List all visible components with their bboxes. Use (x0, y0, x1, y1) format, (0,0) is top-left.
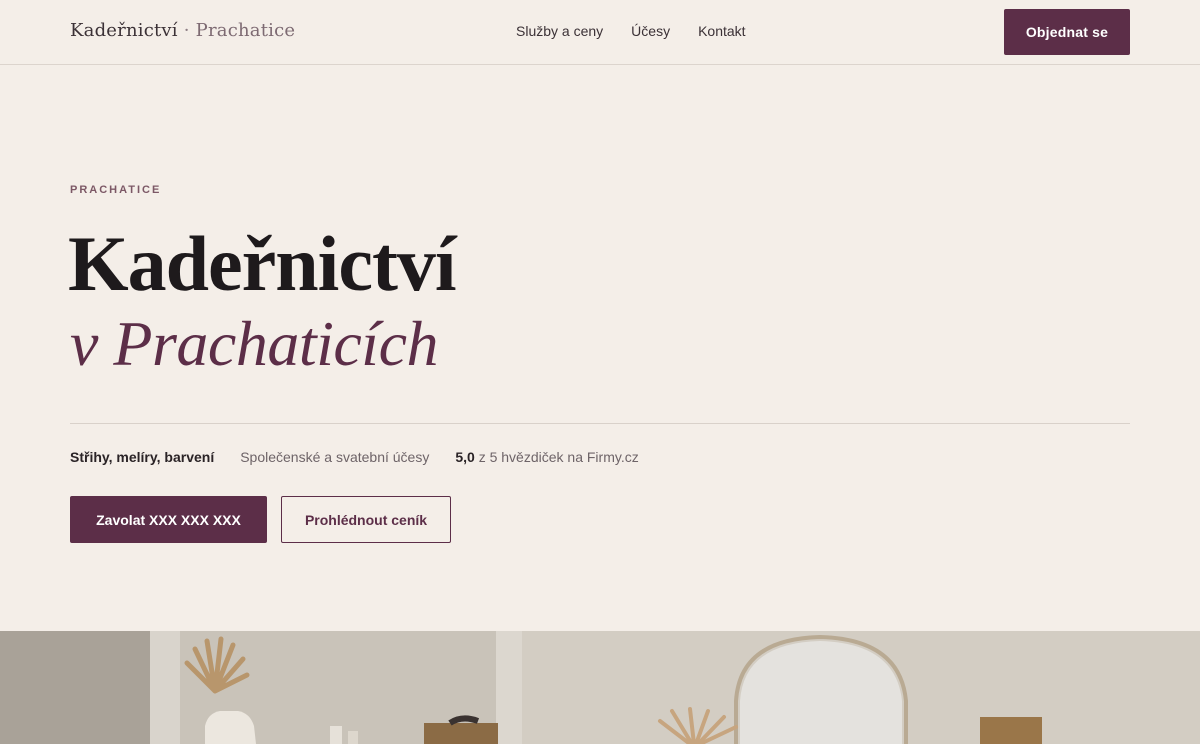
brand-separator: · (183, 20, 190, 41)
hero-features: Střihy, melíry, barvení Společenské a sv… (70, 449, 639, 465)
brand-logo[interactable]: Kadeřnictví · Prachatice (70, 20, 295, 41)
nav-link-services[interactable]: Služby a ceny (516, 23, 603, 39)
salon-interior-photo (0, 631, 1200, 744)
site-header: Kadeřnictví · Prachatice Služby a ceny Úče… (0, 0, 1200, 65)
hero-eyebrow: PRACHATICE (70, 184, 162, 196)
hero-subtitle: v Prachaticích (70, 308, 438, 379)
rating-value: 5,0 (455, 449, 475, 465)
salon-interior-illustration (0, 631, 1200, 744)
feature-cuts: Střihy, melíry, barvení (70, 449, 215, 465)
hero-title: Kadeřnictví (68, 220, 457, 307)
order-button[interactable]: Objednat se (1004, 9, 1130, 55)
nav-link-hairstyles[interactable]: Účesy (631, 23, 670, 39)
rating-text: z 5 hvězdiček na Firmy.cz (478, 449, 639, 465)
hero-divider (70, 423, 1130, 424)
feature-updos: Společenské a svatební účesy (240, 449, 430, 465)
nav-link-contact[interactable]: Kontakt (698, 23, 745, 39)
call-button[interactable]: Zavolat XXX XXX XXX (70, 496, 267, 543)
feature-rating: 5,0 z 5 hvězdiček na Firmy.cz (455, 449, 638, 465)
brand-city: Prachatice (195, 20, 296, 41)
price-list-button[interactable]: Prohlédnout ceník (281, 496, 451, 543)
brand-name: Kadeřnictví (70, 20, 178, 41)
main-nav: Služby a ceny Účesy Kontakt (516, 23, 746, 39)
